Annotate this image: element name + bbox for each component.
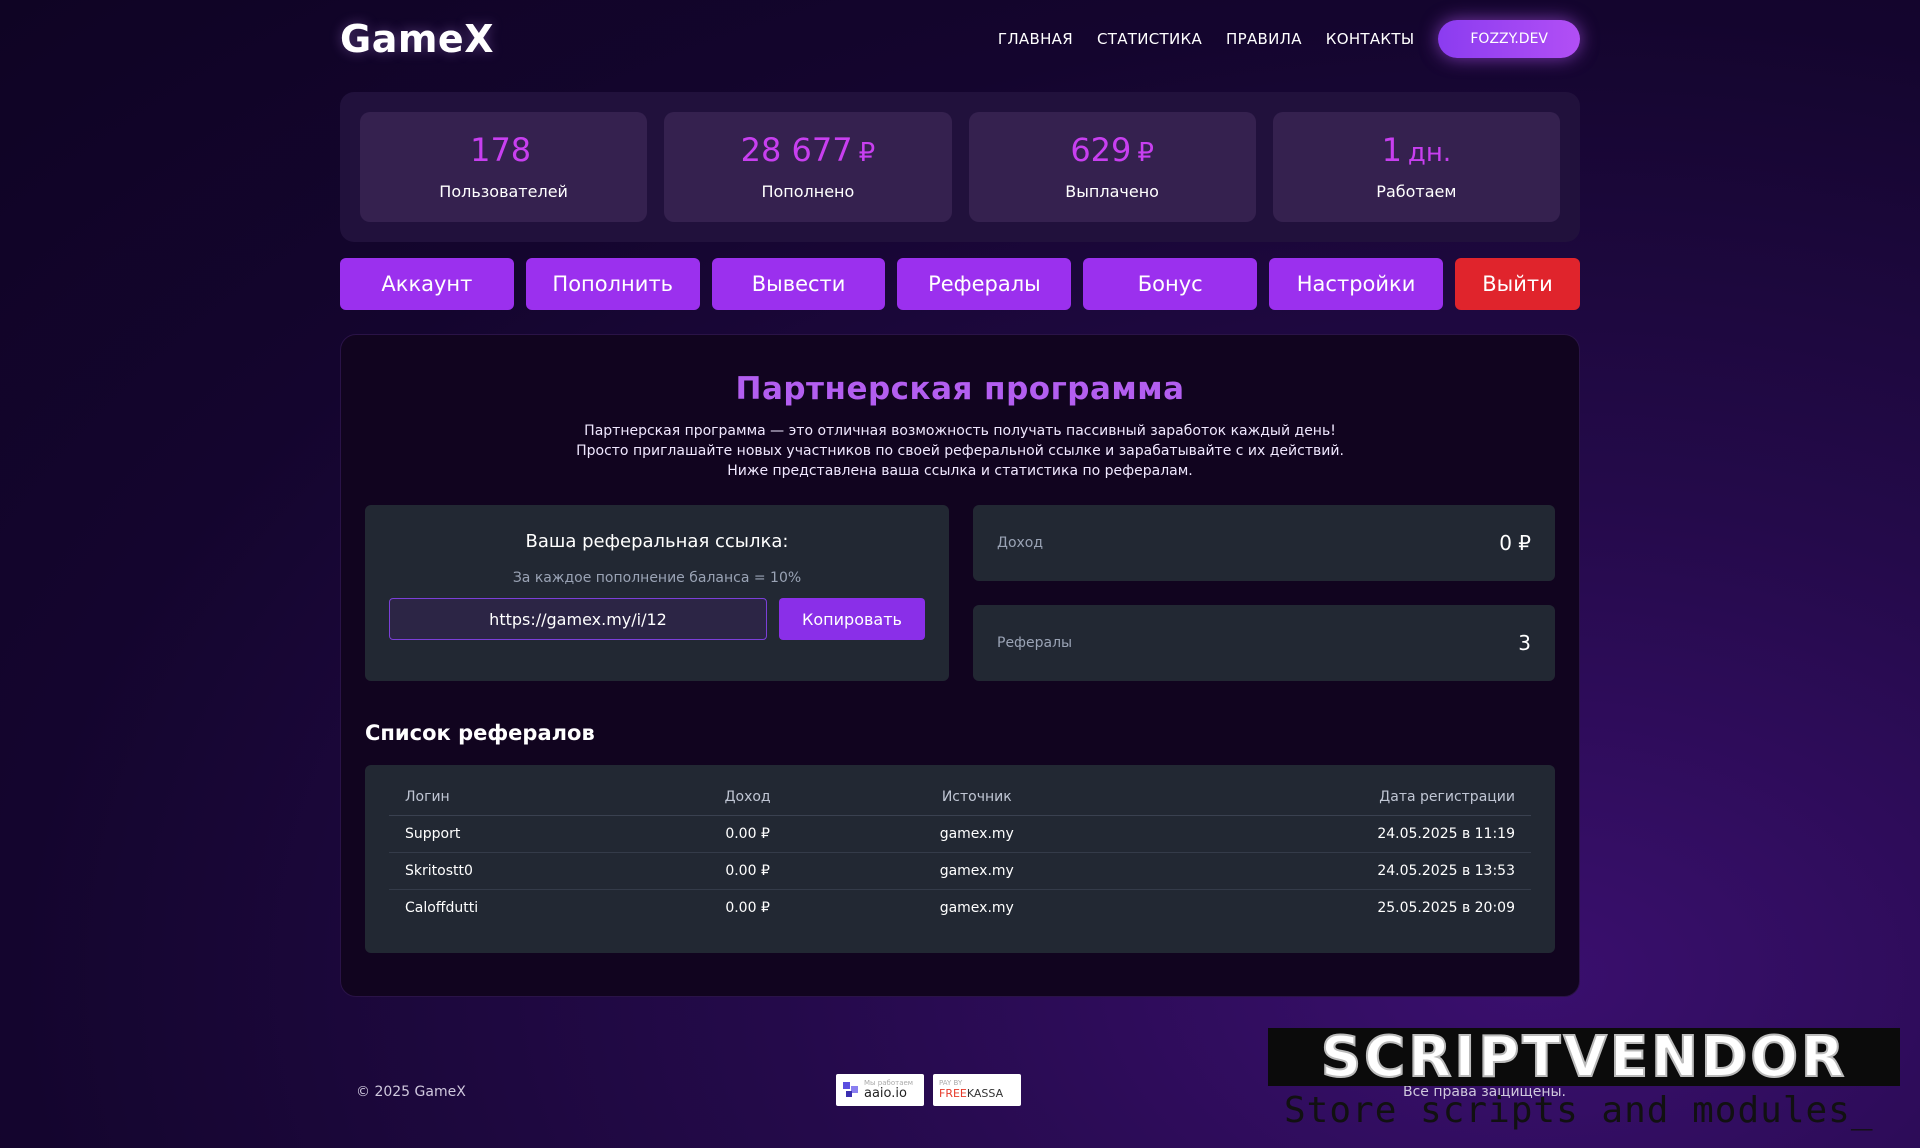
column-header-date: Дата регистрации: [1108, 789, 1531, 816]
referral-link-subtitle: За каждое пополнение баланса = 10%: [512, 570, 802, 586]
stats-panel: 178 Пользователей 28 677 ₽ Пополнено 629 ₽…: [340, 92, 1580, 242]
description-line: Партнерская программа — это отличная воз…: [584, 423, 1336, 439]
cell-source: gamex.my: [844, 815, 1109, 853]
cell-date: 24.05.2025 в 13:53: [1108, 852, 1531, 890]
copy-button[interactable]: Копировать: [779, 598, 925, 640]
aaio-label: aaio.io: [864, 1086, 907, 1101]
nav-home[interactable]: ГЛАВНАЯ: [998, 30, 1073, 48]
referral-table: Логин Доход Источник Дата регистрации Su…: [389, 789, 1531, 927]
action-buttons: Аккаунт Пополнить Вывести Рефералы Бонус…: [340, 258, 1580, 310]
cell-date: 25.05.2025 в 20:09: [1377, 900, 1515, 917]
watermark: SCRIPTVENDOR Store scripts and modules_: [1268, 1024, 1900, 1138]
cell-income: 0.00 ₽: [650, 852, 845, 890]
income-value: 0 ₽: [1499, 531, 1531, 555]
referral-row: Ваша реферальная ссылка: За каждое попол…: [365, 505, 1555, 681]
page-description: Партнерская программа — это отличная воз…: [365, 421, 1555, 481]
account-button[interactable]: Аккаунт: [340, 258, 514, 310]
logout-button[interactable]: Выйти: [1454, 258, 1580, 310]
site-header: GameX ГЛАВНАЯ СТАТИСТИКА ПРАВИЛА КОНТАКТ…: [340, 0, 1580, 78]
income-label: Доход: [997, 535, 1044, 551]
user-account-button[interactable]: FOZZY.DEV: [1438, 20, 1580, 58]
cell-login: Skritostt0: [389, 852, 651, 890]
referral-link-controls: Копировать: [389, 598, 925, 640]
stat-label: Выплачено: [1065, 181, 1159, 201]
cell-source: gamex.my: [844, 852, 1109, 890]
referral-table-box: Логин Доход Источник Дата регистрации Su…: [365, 765, 1555, 953]
cell-income: 0.00 ₽: [725, 900, 770, 917]
stat-label: Пользователей: [439, 181, 568, 201]
freekassa-small-text: PAY BY: [939, 1079, 963, 1087]
freekassa-kassa: KASSA: [966, 1087, 1004, 1100]
watermark-tagline: Store scripts and modules_: [1284, 1090, 1874, 1131]
cell-login: Caloffdutti: [405, 900, 479, 917]
table-row: Caloffdutti 0.00 ₽ gamex.my 25.05.2025 в…: [389, 890, 1531, 927]
aaio-logo-icon: [843, 1082, 858, 1097]
referrals-button[interactable]: Рефералы: [897, 258, 1072, 310]
cell-login: Support: [389, 815, 651, 853]
referral-stats: Доход 0 ₽ Рефералы 3: [973, 505, 1555, 681]
page-container: GameX ГЛАВНАЯ СТАТИСТИКА ПРАВИЛА КОНТАКТ…: [340, 0, 1580, 997]
table-row: Support 0.00 ₽ gamex.my 24.05.2025 в 11:…: [389, 815, 1531, 853]
stat-uptime: 1 дн. Работаем: [1272, 112, 1560, 222]
description-line: Ниже представлена ваша ссылка и статисти…: [727, 463, 1193, 479]
referrals-count: 3: [1518, 631, 1531, 655]
referrals-label: Рефералы: [997, 635, 1073, 651]
cell-income: 0.00 ₽: [650, 815, 845, 853]
referral-panel: Партнерская программа Партнерская програ…: [340, 334, 1580, 997]
description-line: Просто приглашайте новых участников по с…: [576, 443, 1344, 459]
deposit-button[interactable]: Пополнить: [525, 258, 700, 310]
main-nav: ГЛАВНАЯ СТАТИСТИКА ПРАВИЛА КОНТАКТЫ FOZZ…: [998, 20, 1580, 58]
table-header-row: Логин Доход Источник Дата регистрации: [389, 789, 1531, 816]
stat-users: 178 Пользователей: [360, 112, 648, 222]
income-card: Доход 0 ₽: [973, 505, 1555, 581]
stat-label: Пополнено: [761, 181, 855, 201]
bonus-button[interactable]: Бонус: [1083, 258, 1258, 310]
page-title: Партнерская программа: [735, 371, 1185, 407]
stat-value: 178: [470, 130, 532, 169]
column-header-source: Источник: [844, 789, 1109, 816]
referral-link-box: Ваша реферальная ссылка: За каждое попол…: [365, 505, 949, 681]
site-logo[interactable]: GameX: [340, 17, 494, 61]
stat-value: 28 677 ₽: [740, 130, 876, 169]
withdraw-button[interactable]: Вывести: [711, 258, 886, 310]
nav-contacts[interactable]: КОНТАКТЫ: [1326, 30, 1415, 48]
stat-value: 1 дн.: [1381, 130, 1452, 169]
column-header-login: Логин: [389, 789, 651, 816]
cell-source: gamex.my: [939, 900, 1014, 917]
referrals-card: Рефералы 3: [973, 605, 1555, 681]
cell-date: 24.05.2025 в 11:19: [1108, 815, 1531, 853]
freekassa-free: FREE: [939, 1087, 967, 1100]
table-row: Skritostt0 0.00 ₽ gamex.my 24.05.2025 в …: [389, 852, 1531, 890]
referral-link-title: Ваша реферальная ссылка:: [525, 531, 789, 552]
copyright: © 2025 GameX: [356, 1084, 466, 1100]
aaio-badge[interactable]: Мы работаем aaio.io: [836, 1074, 924, 1106]
referral-list-title: Список рефералов: [365, 721, 595, 745]
referral-link-input[interactable]: [389, 598, 767, 640]
stat-paid-out: 629 ₽ Выплачено: [968, 112, 1256, 222]
stat-value: 629 ₽: [1070, 130, 1154, 169]
nav-rules[interactable]: ПРАВИЛА: [1226, 30, 1302, 48]
stat-label: Работаем: [1376, 181, 1457, 201]
watermark-logo: SCRIPTVENDOR: [1268, 1024, 1900, 1091]
freekassa-badge[interactable]: PAY BY FREEKASSA: [933, 1074, 1021, 1106]
settings-button[interactable]: Настройки: [1269, 258, 1443, 310]
stat-deposited: 28 677 ₽ Пополнено: [664, 112, 952, 222]
column-header-income: Доход: [650, 789, 845, 816]
nav-stats[interactable]: СТАТИСТИКА: [1097, 30, 1202, 48]
